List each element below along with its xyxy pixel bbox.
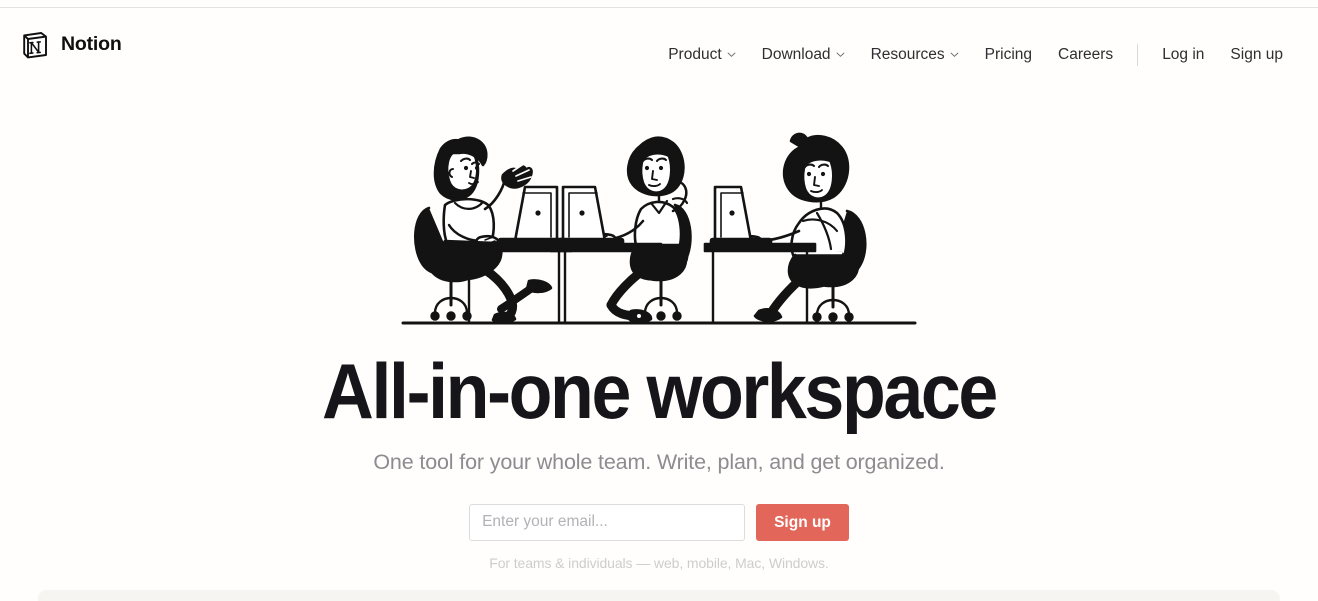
nav-item-label: Log in [1162, 46, 1205, 64]
email-signup-form: Sign up [0, 503, 1318, 541]
nav-item-download[interactable]: Download [749, 47, 858, 63]
nav-item-label: Resources [870, 46, 945, 64]
bottom-section-panel [38, 590, 1280, 601]
nav-login-link[interactable]: Log in [1149, 47, 1217, 63]
nav-signup-link[interactable]: Sign up [1217, 47, 1296, 63]
nav-divider [1137, 44, 1139, 66]
brand-name-label: Notion [61, 33, 122, 56]
nav-item-label: Careers [1058, 46, 1114, 64]
nav-item-label: Download [761, 46, 831, 64]
nav-item-label: Sign up [1230, 46, 1283, 64]
page-root: Notion Product Download Resources Pricin… [0, 0, 1318, 601]
nav-item-label: Product [668, 46, 722, 64]
nav-item-label: Pricing [984, 46, 1033, 64]
three-people-at-desks-illustration [401, 132, 917, 325]
brand-logo-link[interactable]: Notion [19, 29, 122, 61]
chevron-down-icon [950, 50, 959, 59]
notion-cube-icon [19, 29, 51, 61]
chevron-down-icon [836, 50, 845, 59]
hero-section: All-in-one workspace One tool for your w… [0, 80, 1318, 571]
chevron-down-icon [727, 50, 736, 59]
nav-item-product[interactable]: Product [668, 47, 748, 63]
primary-navigation: Product Download Resources Pricing Caree… [668, 38, 1296, 72]
nav-item-pricing[interactable]: Pricing [972, 47, 1045, 63]
hero-subtitle: One tool for your whole team. Write, pla… [373, 449, 945, 474]
site-header: Notion Product Download Resources Pricin… [0, 8, 1318, 80]
nav-item-careers[interactable]: Careers [1045, 47, 1126, 63]
nav-item-resources[interactable]: Resources [858, 47, 972, 63]
email-input[interactable] [469, 503, 746, 541]
signup-button[interactable]: Sign up [756, 503, 849, 541]
signup-fineprint: For teams & individuals — web, mobile, M… [489, 554, 829, 571]
page-title: All-in-one workspace [322, 347, 998, 435]
